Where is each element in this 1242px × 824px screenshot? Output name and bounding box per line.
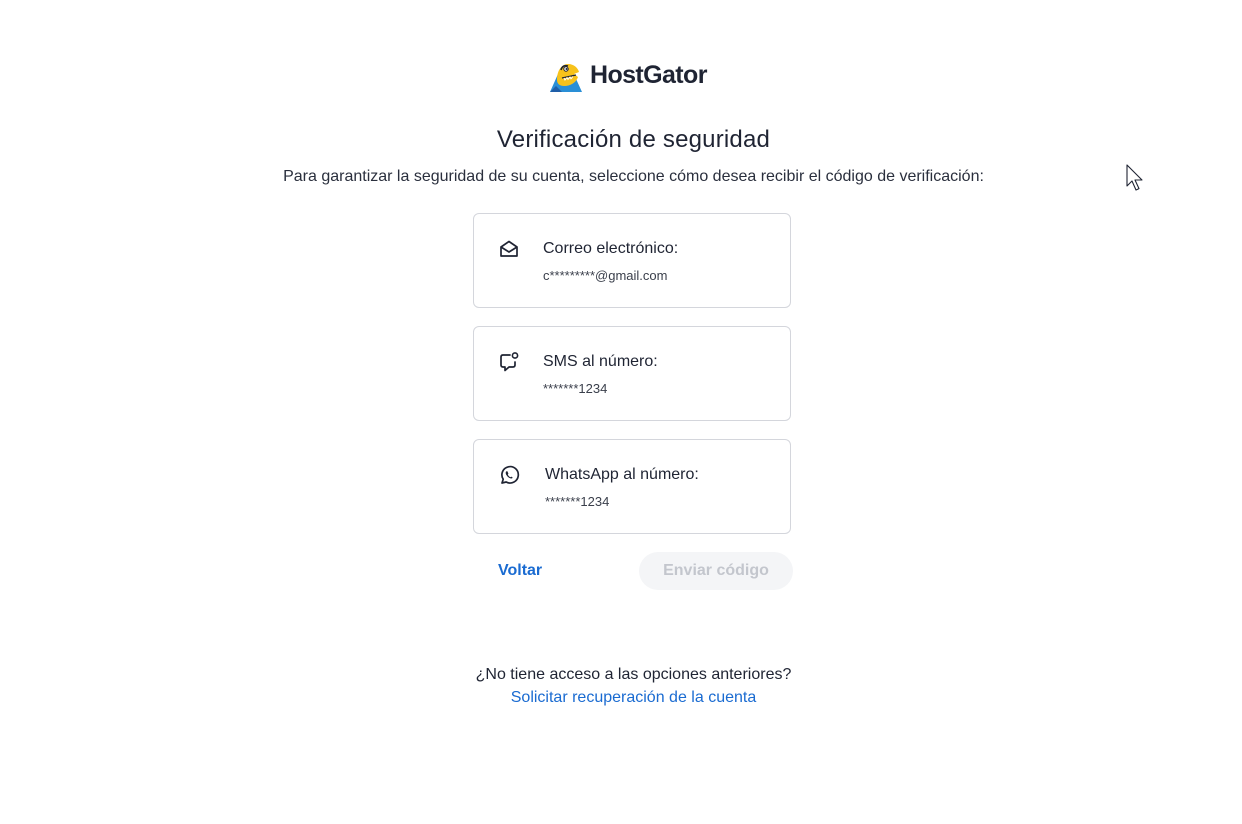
whatsapp-icon bbox=[501, 465, 520, 484]
option-sms-label: SMS al número: bbox=[543, 353, 658, 370]
mouse-cursor-icon bbox=[1126, 164, 1143, 191]
option-email-value: c*********@gmail.com bbox=[543, 268, 668, 283]
sms-chat-icon bbox=[500, 352, 519, 372]
option-sms-value: *******1234 bbox=[543, 381, 608, 396]
option-email-label: Correo electrónico: bbox=[543, 240, 679, 257]
gator-logo-icon bbox=[550, 64, 582, 92]
brand-logo: HostGator bbox=[548, 56, 707, 94]
account-recovery-link[interactable]: Solicitar recuperación de la cuenta bbox=[0, 689, 1242, 707]
back-button[interactable]: Voltar bbox=[498, 562, 542, 580]
option-sms[interactable]: SMS al número: *******1234 bbox=[473, 326, 791, 421]
page-subtitle: Para garantizar la seguridad de su cuent… bbox=[283, 168, 984, 185]
send-code-button[interactable]: Enviar código bbox=[639, 552, 793, 590]
option-whatsapp-value: *******1234 bbox=[545, 494, 610, 509]
option-whatsapp[interactable]: WhatsApp al número: *******1234 bbox=[473, 439, 791, 534]
envelope-icon bbox=[500, 240, 518, 257]
option-email[interactable]: Correo electrónico: c*********@gmail.com bbox=[473, 213, 791, 308]
no-access-question: ¿No tiene acceso a las opciones anterior… bbox=[475, 666, 792, 683]
brand-name: HostGator bbox=[590, 61, 707, 89]
page-title: Verificación de seguridad bbox=[496, 126, 771, 153]
option-whatsapp-label: WhatsApp al número: bbox=[545, 466, 699, 483]
